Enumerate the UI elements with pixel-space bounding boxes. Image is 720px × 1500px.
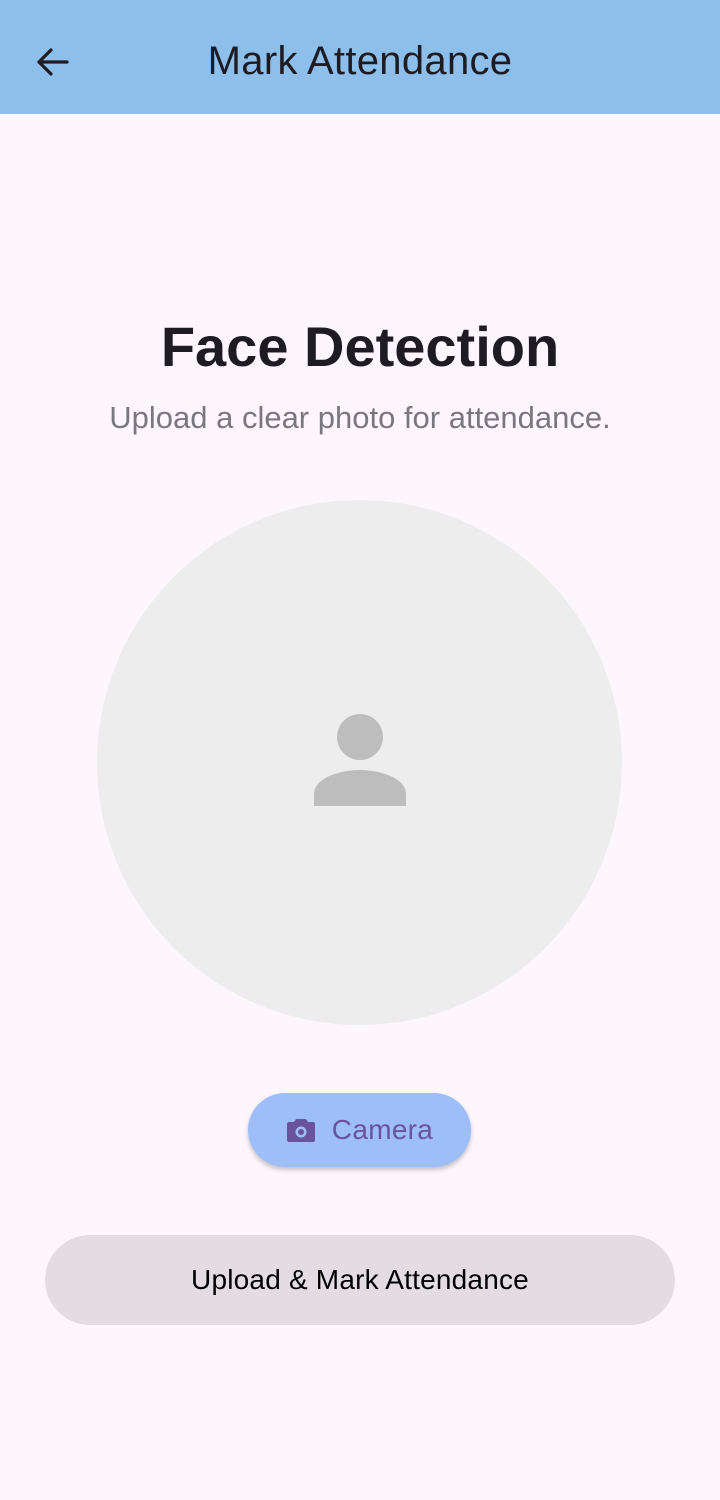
camera-button[interactable]: Camera (248, 1093, 471, 1167)
upload-mark-attendance-button[interactable]: Upload & Mark Attendance (45, 1235, 675, 1325)
upload-button-label: Upload & Mark Attendance (191, 1264, 529, 1295)
app-bar: Mark Attendance (0, 0, 720, 114)
page-title: Face Detection (160, 315, 560, 378)
camera-icon (286, 1119, 315, 1142)
camera-button-label: Camera (331, 1114, 434, 1145)
photo-placeholder (97, 500, 622, 1025)
person-icon (313, 713, 406, 806)
page-subtitle: Upload a clear photo for attendance. (109, 400, 611, 435)
app-bar-title: Mark Attendance (207, 39, 513, 83)
